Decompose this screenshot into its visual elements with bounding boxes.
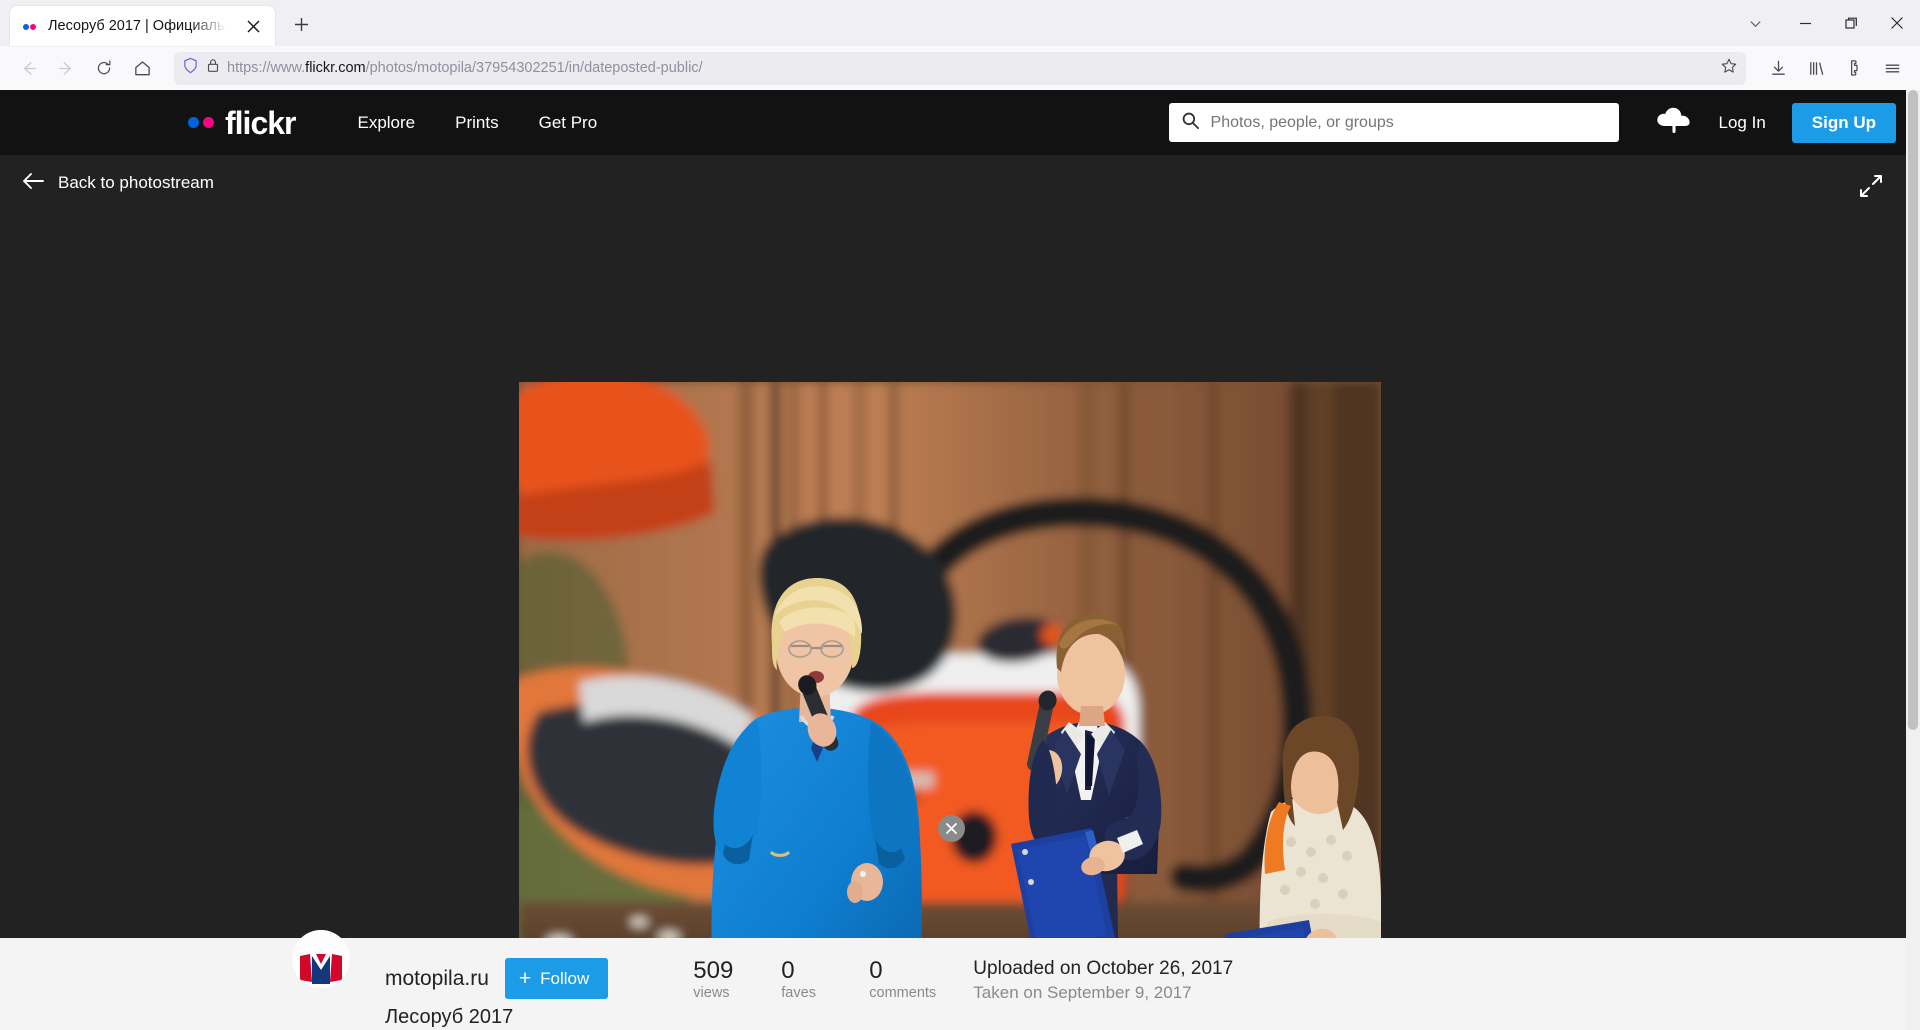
flickr-logo[interactable]: flickr <box>188 104 296 141</box>
flickr-wordmark: flickr <box>225 104 296 141</box>
views-count: 509 <box>693 957 734 984</box>
back-to-photostream-link[interactable]: Back to photostream <box>0 155 1920 211</box>
flickr-site-header: flickr Explore Prints Get Pro Photos, pe… <box>0 90 1920 155</box>
owner-name-link[interactable]: motopila.ru <box>385 967 489 991</box>
views-label: views <box>693 985 730 1002</box>
tab-strip: Лесоруб 2017 | Официальная ... <box>0 0 1920 46</box>
owner-avatar[interactable] <box>292 930 350 988</box>
library-icon[interactable] <box>1798 51 1834 85</box>
search-input[interactable] <box>1210 113 1607 132</box>
web-page-content: flickr Explore Prints Get Pro Photos, pe… <box>0 90 1920 1030</box>
extensions-icon[interactable] <box>1836 51 1872 85</box>
search-box[interactable] <box>1168 103 1619 142</box>
flickr-dots-icon <box>188 117 214 128</box>
maximize-icon[interactable] <box>1828 0 1874 46</box>
url-text[interactable]: https://www.flickr.com/photos/motopila/3… <box>227 60 703 76</box>
navigation-toolbar: https://www.flickr.com/photos/motopila/3… <box>0 46 1920 90</box>
overlay-close-button[interactable] <box>938 815 965 842</box>
main-photo[interactable] <box>519 382 1381 1027</box>
arrow-left-icon <box>22 172 44 195</box>
taken-date: Taken on September 9, 2017 <box>973 983 1192 1002</box>
login-link[interactable]: Log In <box>1719 113 1766 133</box>
stat-faves: 0 faves <box>781 958 869 1001</box>
shield-icon[interactable] <box>182 57 199 79</box>
window-close-icon[interactable] <box>1874 0 1920 46</box>
photo-dates: Uploaded on October 26, 2017 Taken on Se… <box>973 958 1233 1003</box>
upload-cloud-icon[interactable] <box>1655 106 1693 139</box>
owner-block: motopila.ru + Follow Лесоруб 2017 <box>385 958 609 1029</box>
photo-title: Лесоруб 2017 <box>385 1006 514 1028</box>
forward-arrow-icon[interactable] <box>48 51 84 85</box>
photo-stats: 509 views 0 faves 0 comments <box>693 958 957 1001</box>
bookmark-star-icon[interactable] <box>1720 57 1738 80</box>
site-nav: Explore Prints Get Pro <box>337 90 617 155</box>
nav-item-prints[interactable]: Prints <box>435 90 518 155</box>
search-icon <box>1181 111 1200 135</box>
signup-button[interactable]: Sign Up <box>1791 102 1896 143</box>
stat-comments: 0 comments <box>869 958 957 1001</box>
follow-label: Follow <box>540 968 590 988</box>
minimize-icon[interactable] <box>1782 0 1828 46</box>
tab-close-icon[interactable] <box>239 12 267 40</box>
menu-icon[interactable] <box>1874 51 1910 85</box>
photo-viewer-stage: Back to photostream <box>0 155 1920 1029</box>
downloads-icon[interactable] <box>1760 51 1796 85</box>
expand-icon[interactable] <box>1858 173 1884 204</box>
nav-item-explore[interactable]: Explore <box>337 90 435 155</box>
tab-title: Лесоруб 2017 | Официальная ... <box>48 18 230 34</box>
scrollbar-thumb[interactable] <box>1908 90 1918 730</box>
padlock-icon[interactable] <box>206 58 220 78</box>
reload-icon[interactable] <box>86 51 122 85</box>
stat-views: 509 views <box>693 958 781 1001</box>
back-arrow-icon[interactable] <box>10 51 46 85</box>
follow-button[interactable]: + Follow <box>504 958 609 999</box>
faves-label: faves <box>781 985 816 1002</box>
page-scrollbar[interactable] <box>1906 90 1920 1030</box>
header-right-group: Log In Sign Up <box>1168 102 1896 143</box>
plus-icon: + <box>518 967 532 990</box>
flickr-favicon-icon <box>22 18 39 35</box>
faves-count: 0 <box>781 957 795 984</box>
uploaded-date: Uploaded on October 26, 2017 <box>973 958 1234 979</box>
comments-count: 0 <box>869 957 883 984</box>
home-icon[interactable] <box>124 51 160 85</box>
nav-item-get-pro[interactable]: Get Pro <box>519 90 618 155</box>
tab-list-chevron-down-icon[interactable] <box>1728 0 1782 46</box>
browser-window: Лесоруб 2017 | Официальная ... <box>0 0 1920 1030</box>
comments-label: comments <box>869 985 937 1002</box>
back-label: Back to photostream <box>58 173 214 192</box>
new-tab-button[interactable] <box>285 8 317 40</box>
photo-info-bar: motopila.ru + Follow Лесоруб 2017 509 vi… <box>0 930 1920 1030</box>
window-controls <box>1728 0 1920 46</box>
url-address-bar[interactable]: https://www.flickr.com/photos/motopila/3… <box>174 51 1746 85</box>
browser-tab[interactable]: Лесоруб 2017 | Официальная ... <box>10 6 275 46</box>
